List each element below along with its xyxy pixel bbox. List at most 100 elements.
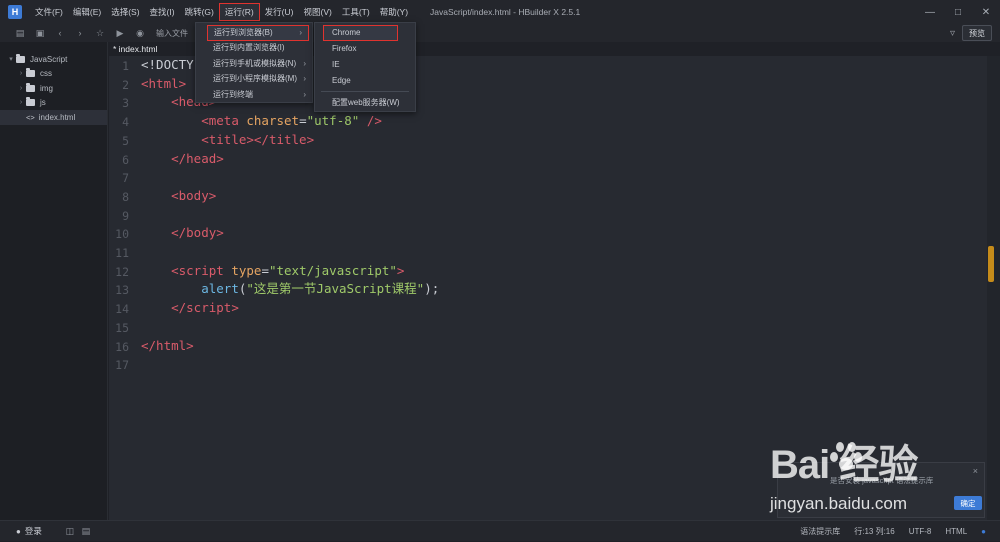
menu-item-label: 运行到手机或模拟器(N) bbox=[213, 58, 297, 68]
browser-edge-item[interactable]: Edge bbox=[315, 73, 415, 89]
folder-icon bbox=[26, 97, 35, 107]
run-menu-dropdown: 运行到浏览器(B) › 运行到内置浏览器(I) 运行到手机或模拟器(N) › 运… bbox=[195, 22, 313, 103]
console-icon[interactable]: ▤ bbox=[78, 526, 94, 537]
run-icon[interactable]: ▶ bbox=[110, 25, 130, 41]
window-title: JavaScript/index.html - HBuilder X 2.5.1 bbox=[430, 7, 581, 17]
maximize-icon[interactable]: □ bbox=[944, 0, 972, 24]
login-label: 登录 bbox=[24, 526, 42, 536]
menu-file[interactable]: 文件(F) bbox=[30, 3, 68, 21]
file-search-input[interactable]: 输入文件 bbox=[156, 28, 188, 39]
chevron-down-icon: ▾ bbox=[9, 56, 13, 64]
line-number: 16 bbox=[115, 339, 129, 354]
code-line: </html> bbox=[141, 337, 194, 353]
status-bar: ● 登录 ◫ ▤ 语法提示库 行:13 列:16 UTF-8 HTML ● bbox=[0, 520, 1000, 541]
menu-publish[interactable]: 发行(U) bbox=[260, 3, 299, 21]
chevron-right-icon: › bbox=[303, 89, 306, 99]
folder-icon bbox=[16, 53, 25, 63]
tree-item-js[interactable]: › js bbox=[0, 96, 107, 111]
line-number: 12 bbox=[115, 264, 129, 279]
target-icon[interactable]: ◉ bbox=[130, 25, 150, 41]
menu-goto[interactable]: 跳转(G) bbox=[180, 3, 219, 21]
back-icon[interactable]: ‹ bbox=[50, 25, 70, 41]
menu-edit[interactable]: 编辑(E) bbox=[68, 3, 106, 21]
project-root[interactable]: ▾ JavaScript bbox=[0, 52, 107, 67]
language-mode[interactable]: HTML bbox=[945, 527, 967, 536]
chevron-right-icon: › bbox=[303, 74, 306, 83]
configure-web-server-item[interactable]: 配置web服务器(W) bbox=[315, 95, 415, 111]
paw-icon bbox=[830, 440, 864, 474]
baidu-jingyan-watermark: Bai 经验 jingyan.baidu.com bbox=[770, 432, 970, 522]
line-number: 6 bbox=[122, 152, 129, 167]
line-number: 7 bbox=[122, 171, 129, 186]
run-to-phone-item[interactable]: 运行到手机或模拟器(N) › bbox=[196, 56, 312, 72]
close-icon[interactable]: ✕ bbox=[972, 0, 1000, 24]
minimize-icon[interactable]: — bbox=[916, 0, 944, 24]
line-number: 17 bbox=[115, 358, 129, 373]
hbuilder-logo-icon: H bbox=[8, 5, 22, 19]
user-icon: ● bbox=[16, 526, 21, 536]
syntax-hint-status[interactable]: 语法提示库 bbox=[800, 526, 840, 537]
line-number: 8 bbox=[122, 189, 129, 204]
tab-index-html[interactable]: * index.html bbox=[113, 42, 157, 56]
code-line: </head> bbox=[171, 150, 224, 166]
close-icon[interactable]: × bbox=[973, 466, 978, 476]
menu-item-label: 运行到终端 bbox=[213, 89, 253, 99]
watermark-url: jingyan.baidu.com bbox=[770, 494, 908, 513]
tree-item-css[interactable]: › css bbox=[0, 67, 107, 82]
encoding-status[interactable]: UTF-8 bbox=[909, 527, 932, 536]
line-number: 4 bbox=[122, 115, 129, 130]
run-to-builtin-browser-item[interactable]: 运行到内置浏览器(I) bbox=[196, 40, 312, 56]
menu-tools[interactable]: 工具(T) bbox=[337, 3, 375, 21]
new-file-icon[interactable]: ▤ bbox=[10, 25, 30, 41]
notification-bell-icon[interactable]: ● bbox=[981, 527, 986, 536]
line-number: 15 bbox=[115, 320, 129, 335]
line-number: 2 bbox=[122, 77, 129, 92]
menu-help[interactable]: 帮助(Y) bbox=[375, 3, 413, 21]
login-button[interactable]: ● 登录 bbox=[16, 525, 42, 537]
filter-icon[interactable]: ▿ bbox=[950, 24, 955, 42]
html-file-icon: <> bbox=[26, 112, 35, 122]
chevron-right-icon: › bbox=[303, 58, 306, 68]
run-to-browser-item[interactable]: 运行到浏览器(B) › bbox=[207, 25, 309, 41]
line-number: 14 bbox=[115, 302, 129, 317]
window-controls: — □ ✕ bbox=[916, 0, 1000, 24]
scrollbar-thumb[interactable] bbox=[988, 246, 994, 282]
line-number: 13 bbox=[115, 283, 129, 298]
menu-find[interactable]: 查找(I) bbox=[145, 3, 180, 21]
menu-item-label: 运行到小程序模拟器(M) bbox=[213, 74, 297, 83]
menu-select[interactable]: 选择(S) bbox=[106, 3, 144, 21]
project-name: JavaScript bbox=[30, 54, 68, 64]
browser-chrome-item[interactable]: Chrome bbox=[323, 25, 398, 41]
editor-scrollbar[interactable] bbox=[987, 56, 1000, 520]
chevron-right-icon: › bbox=[19, 84, 23, 92]
browser-firefox-item[interactable]: Firefox bbox=[315, 41, 415, 57]
code-line: <html> bbox=[141, 75, 187, 91]
code-line: alert("这是第一节JavaScript课程"); bbox=[201, 281, 440, 297]
preview-button[interactable]: 预览 bbox=[962, 25, 992, 41]
code-line: <script type="text/javascript"> bbox=[171, 262, 405, 278]
tree-item-label: img bbox=[40, 83, 53, 93]
folder-icon bbox=[26, 82, 35, 92]
code-line: </body> bbox=[171, 225, 224, 241]
browser-ie-item[interactable]: IE bbox=[315, 57, 415, 73]
line-number: 1 bbox=[122, 59, 129, 73]
menu-bar: H 文件(F) 编辑(E) 选择(S) 查找(I) 跳转(G) 运行(R) 发行… bbox=[0, 0, 1000, 24]
run-to-miniprogram-item[interactable]: 运行到小程序模拟器(M) › bbox=[196, 71, 312, 87]
project-explorer: ▾ JavaScript › css › img › js <> index.h… bbox=[0, 42, 108, 520]
menu-item-label: 运行到内置浏览器(I) bbox=[213, 43, 285, 52]
folder-icon bbox=[26, 68, 35, 78]
star-icon[interactable]: ☆ bbox=[90, 25, 110, 41]
tree-item-label: index.html bbox=[38, 112, 76, 122]
line-number: 5 bbox=[122, 133, 129, 148]
save-icon[interactable]: ▣ bbox=[30, 25, 50, 41]
tree-item-img[interactable]: › img bbox=[0, 81, 107, 96]
toggle-sidebar-icon[interactable]: ◫ bbox=[62, 526, 78, 537]
code-line: <body> bbox=[171, 187, 217, 203]
menu-view[interactable]: 视图(V) bbox=[298, 3, 336, 21]
tree-item-index-html[interactable]: <> index.html bbox=[0, 110, 107, 125]
forward-icon[interactable]: › bbox=[70, 25, 90, 41]
menu-run[interactable]: 运行(R) bbox=[218, 3, 260, 21]
line-number: 3 bbox=[122, 96, 129, 111]
run-to-terminal-item[interactable]: 运行到终端 › bbox=[196, 87, 312, 103]
chevron-right-icon: › bbox=[19, 70, 23, 78]
